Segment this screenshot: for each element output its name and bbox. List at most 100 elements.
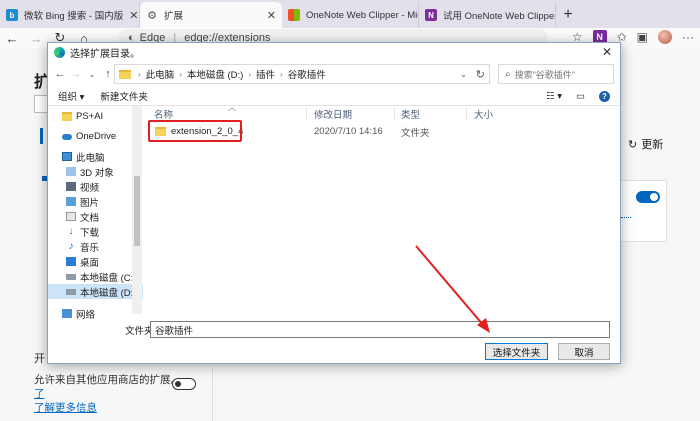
tree-item[interactable]: 网络 xyxy=(48,306,143,321)
tree-item[interactable]: 此电脑 xyxy=(48,149,143,164)
new-tab-icon[interactable]: + xyxy=(556,2,580,28)
tree-item[interactable]: OneDrive xyxy=(48,129,143,144)
column-divider[interactable] xyxy=(466,108,467,120)
tree-item-label: 此电脑 xyxy=(76,152,105,164)
tree-item[interactable]: 图片 xyxy=(48,194,143,209)
back-arrow-icon[interactable]: ← xyxy=(0,31,24,46)
chevron-right-icon[interactable]: › xyxy=(248,70,251,79)
page-search-box[interactable] xyxy=(34,95,48,113)
dialog-close-icon[interactable]: ✕ xyxy=(602,45,612,59)
learn-more-link[interactable]: 了解更多信息 xyxy=(34,402,97,414)
tree-item[interactable]: 本地磁盘 (C:) xyxy=(48,269,143,284)
tree-item-label: 视频 xyxy=(80,182,100,194)
dialog-body: PS+AI OneDrive 此电脑 3D 对象 视频 图片 文档 ↓ 下载 ♪ 音乐 桌面 本地磁盘 … xyxy=(48,103,620,321)
forward-arrow-icon[interactable]: → xyxy=(24,31,48,46)
sort-ascending-icon: ︿ xyxy=(228,103,236,112)
preview-pane-icon[interactable]: ▭ xyxy=(576,91,585,102)
tree-item[interactable]: 桌面 xyxy=(48,254,143,269)
folder-icon xyxy=(62,112,72,121)
navigation-pane: PS+AI OneDrive 此电脑 3D 对象 视频 图片 文档 ↓ 下载 ♪ 音乐 桌面 本地磁盘 … xyxy=(48,106,143,321)
tree-item-label: 图片 xyxy=(80,197,100,209)
scrollbar-thumb[interactable] xyxy=(134,176,140,246)
file-name-cell: extension_2_0_4 xyxy=(155,126,243,137)
desktop-icon xyxy=(66,257,76,266)
network-icon xyxy=(62,309,72,318)
chevron-down-icon[interactable]: ⌄ xyxy=(460,70,467,79)
breadcrumb-item[interactable]: 插件 xyxy=(256,67,275,81)
browser-tab[interactable]: N试用 OneNote Web Clipper!✕ xyxy=(419,2,556,28)
folder-field-row: 文件夹: 谷歌插件 xyxy=(48,321,620,339)
tree-item[interactable]: ♪ 音乐 xyxy=(48,239,143,254)
browser-tab[interactable]: ⚙ 扩展 ✕ xyxy=(140,2,282,28)
search-placeholder: 搜索"谷歌插件" xyxy=(514,69,575,80)
pc-icon xyxy=(62,152,72,161)
select-folder-button[interactable]: 选择文件夹 xyxy=(485,343,548,360)
file-name: extension_2_0_4 xyxy=(171,126,244,137)
column-type[interactable]: 类型 xyxy=(401,107,420,121)
tree-item-label: 本地磁盘 (D:) xyxy=(80,287,137,299)
cancel-button[interactable]: 取消 xyxy=(558,343,610,360)
search-icon: ⌕ xyxy=(505,68,511,80)
column-size[interactable]: 大小 xyxy=(474,107,493,121)
drive-icon xyxy=(66,273,76,280)
extension-enable-toggle[interactable] xyxy=(636,191,660,203)
tree-item[interactable]: 文档 xyxy=(48,209,143,224)
dialog-title: 选择扩展目录。 xyxy=(70,48,140,60)
tab-close-icon[interactable]: ✕ xyxy=(123,9,138,22)
help-icon[interactable]: ? xyxy=(599,90,610,102)
back-arrow-icon[interactable]: ← xyxy=(52,68,68,80)
3d-objects-icon xyxy=(66,167,76,176)
column-name[interactable]: 名称 xyxy=(154,107,173,121)
folder-search-input[interactable]: ⌕ 搜索"谷歌插件" xyxy=(498,64,614,84)
recent-dropdown-icon[interactable]: ⌄ xyxy=(84,70,100,79)
tree-item-label: 文档 xyxy=(80,212,100,224)
allow-link-prefix[interactable]: 了 xyxy=(34,388,45,400)
allow-other-stores-toggle[interactable] xyxy=(172,378,196,390)
tree-item-label: 下载 xyxy=(80,227,100,239)
column-divider[interactable] xyxy=(394,108,395,120)
breadcrumb-item[interactable]: 本地磁盘 (D:) xyxy=(187,67,243,81)
profile-avatar[interactable] xyxy=(658,30,672,44)
chevron-right-icon[interactable]: › xyxy=(280,70,283,79)
new-folder-button[interactable]: 新建文件夹 xyxy=(100,89,148,103)
breadcrumb-item[interactable]: 谷歌插件 xyxy=(288,67,326,81)
extension-card-link[interactable] xyxy=(621,210,631,218)
refresh-icon: ↻ xyxy=(628,138,638,151)
tree-item[interactable]: 本地磁盘 (D:) xyxy=(48,284,143,299)
tab-close-icon[interactable]: ✕ xyxy=(261,9,276,22)
tab-label: 微软 Bing 搜索 - 国内版 xyxy=(24,11,124,22)
page-divider xyxy=(212,368,213,421)
dialog-navigation: ← → ⌄ ↑ › 此电脑 › 本地磁盘 (D:) › 插件 › 谷歌插件 ⌄ ↻ ⌕ 搜索"… xyxy=(48,61,620,87)
forward-arrow-icon[interactable]: → xyxy=(68,68,84,80)
view-options-icon[interactable]: ☷ ▾ xyxy=(546,91,562,102)
tree-item[interactable]: PS+AI xyxy=(48,109,143,124)
tree-item[interactable]: ↓ 下载 xyxy=(48,224,143,239)
collections-icon[interactable]: ▣ xyxy=(637,30,648,44)
windows-logo-icon xyxy=(288,9,300,21)
breadcrumb-item[interactable]: 此电脑 xyxy=(146,67,175,81)
file-list: 名称 ︿ 修改日期 类型 大小 extension_2_0_4 2020/7/1… xyxy=(144,103,620,314)
tree-item[interactable]: 3D 对象 xyxy=(48,164,143,179)
update-label: 更新 xyxy=(641,139,664,151)
organize-button[interactable]: 组织 ▾ xyxy=(58,89,84,103)
column-divider[interactable] xyxy=(306,108,307,120)
file-row[interactable]: extension_2_0_4 2020/7/10 14:16 文件夹 xyxy=(148,124,618,139)
browser-tab[interactable]: b 微软 Bing 搜索 - 国内版 ✕ xyxy=(0,2,140,28)
path-breadcrumb[interactable]: › 此电脑 › 本地磁盘 (D:) › 插件 › 谷歌插件 ⌄ ↻ xyxy=(114,64,490,84)
refresh-icon[interactable]: ↻ xyxy=(476,68,485,81)
folder-input[interactable]: 谷歌插件 xyxy=(150,321,610,338)
folder-icon xyxy=(155,127,166,136)
browser-tab[interactable]: OneNote Web Clipper - Micr✕ xyxy=(282,2,419,28)
navigation-scrollbar[interactable] xyxy=(132,106,142,314)
music-icon: ♪ xyxy=(68,241,74,252)
developer-mode-label: 开 xyxy=(34,353,45,365)
column-date[interactable]: 修改日期 xyxy=(314,107,352,121)
more-menu-icon[interactable]: ··· xyxy=(682,30,694,44)
chevron-right-icon[interactable]: › xyxy=(179,70,182,79)
tree-item-label: OneDrive xyxy=(76,131,117,142)
file-type: 文件夹 xyxy=(401,127,430,139)
tree-item-label: 网络 xyxy=(76,309,96,321)
tree-item[interactable]: 视频 xyxy=(48,179,143,194)
update-button[interactable]: ↻ 更新 xyxy=(628,136,663,152)
bing-icon: b xyxy=(6,9,18,21)
